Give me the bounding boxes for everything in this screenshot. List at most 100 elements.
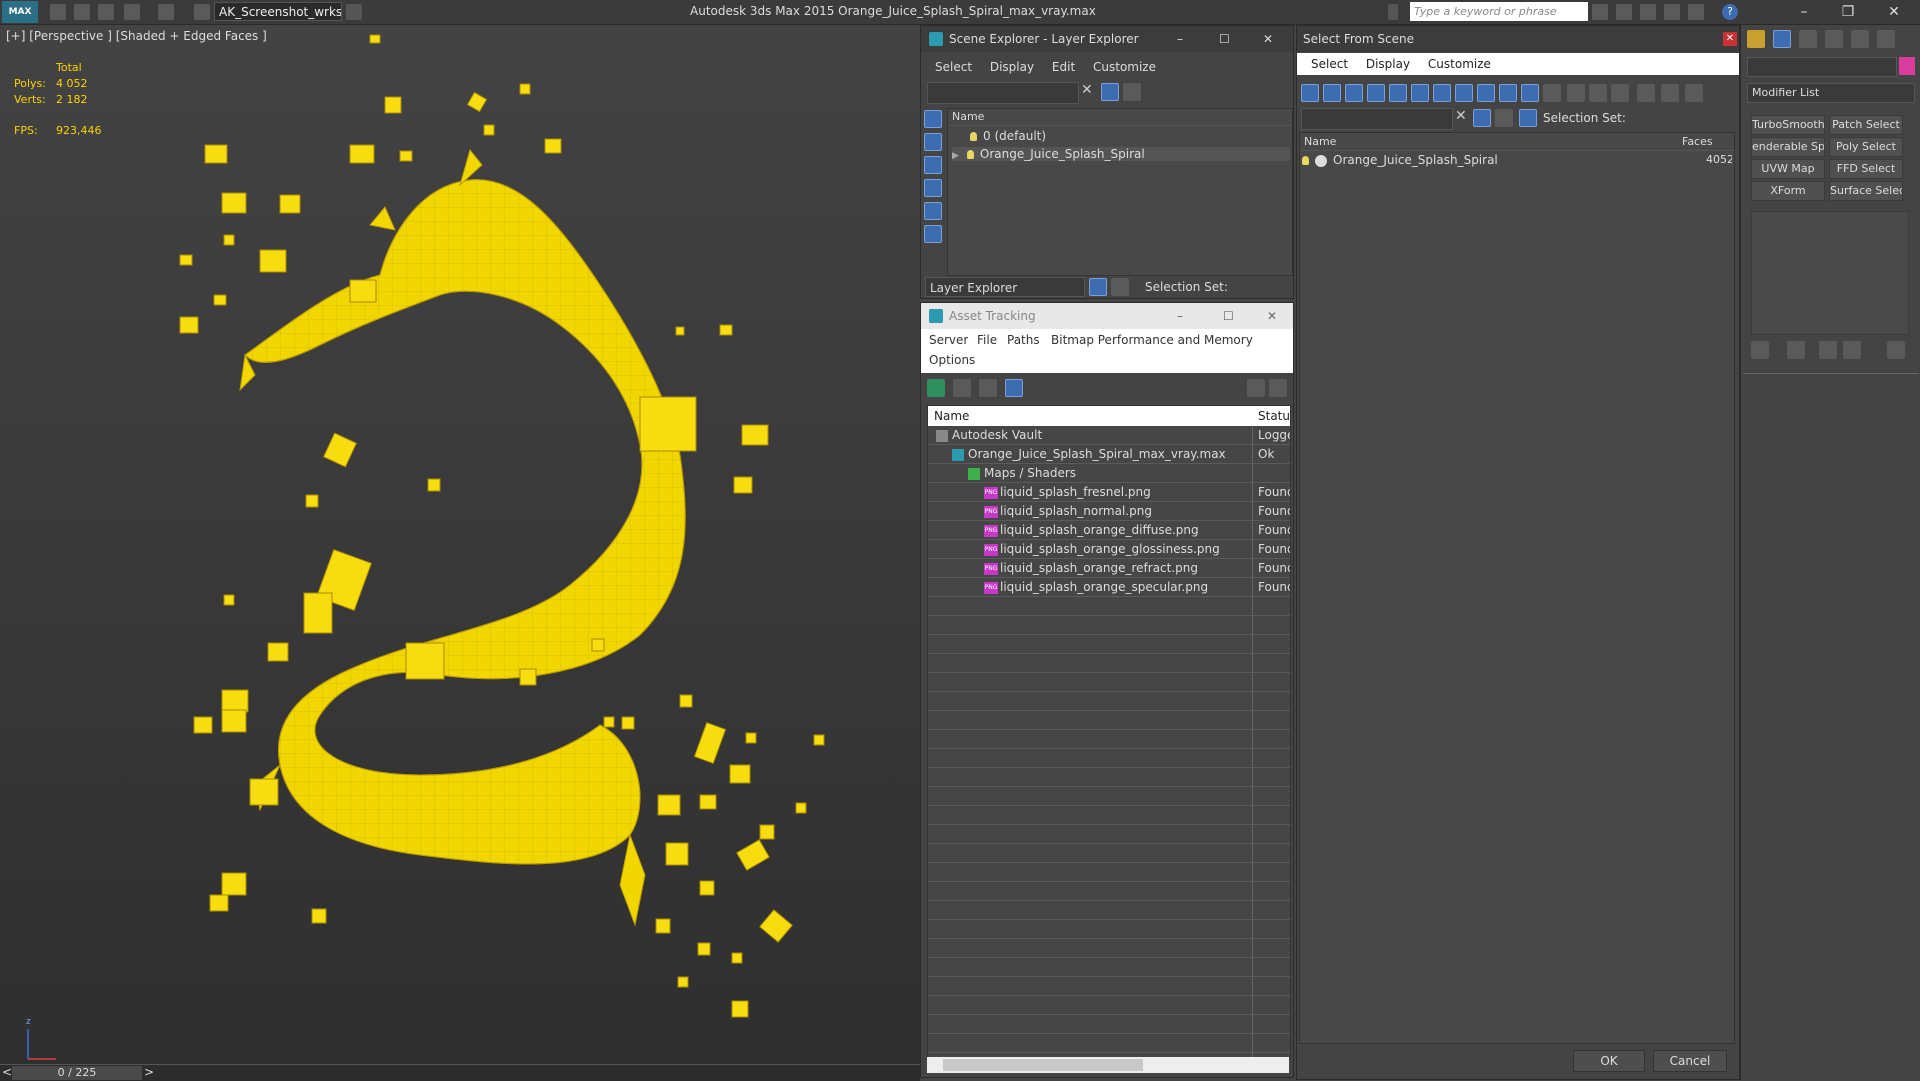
modifier-turbosmooth-button[interactable]: TurboSmooth bbox=[1751, 115, 1825, 135]
filter-icon[interactable] bbox=[1101, 83, 1119, 101]
scene-explorer-menu-customize[interactable]: Customize bbox=[1093, 56, 1156, 78]
scene-explorer-search-input[interactable] bbox=[927, 82, 1079, 104]
hierarchy-icon[interactable] bbox=[1111, 278, 1129, 296]
binoculars-icon[interactable] bbox=[1592, 4, 1608, 20]
modifier-poly-select-button[interactable]: Poly Select bbox=[1829, 137, 1903, 157]
asset-row[interactable]: PNGliquid_splash_fresnel.png Found bbox=[928, 483, 1290, 502]
asset-row[interactable]: Autodesk Vault Logged bbox=[928, 426, 1290, 445]
modifier-ffd-select-button[interactable]: FFD Select bbox=[1829, 159, 1903, 179]
expand-arrow-icon[interactable]: ▶ bbox=[952, 151, 959, 161]
asset-menu-options[interactable]: Options bbox=[929, 353, 975, 367]
modifier-surface-select-button[interactable]: Surface Select bbox=[1829, 181, 1903, 201]
select-none-icon[interactable] bbox=[1589, 84, 1607, 102]
scene-explorer-menu-select[interactable]: Select bbox=[935, 56, 972, 78]
display-geometry-icon[interactable] bbox=[924, 110, 942, 128]
create-tab-icon[interactable] bbox=[1747, 30, 1765, 48]
asset-row[interactable]: Orange_Juice_Splash_Spiral_max_vray.max O… bbox=[928, 445, 1290, 464]
sfs-menu-select[interactable]: Select bbox=[1311, 53, 1348, 75]
explorer-mode-dropdown[interactable]: Layer Explorer bbox=[925, 277, 1085, 297]
asset-tracking-maximize-button[interactable]: ☐ bbox=[1223, 303, 1234, 329]
filter-cameras-icon[interactable] bbox=[1367, 84, 1385, 102]
tools-icon[interactable] bbox=[1616, 4, 1632, 20]
asset-row[interactable]: Maps / Shaders bbox=[928, 464, 1290, 483]
cancel-button[interactable]: Cancel bbox=[1653, 1050, 1727, 1072]
display-tab-icon[interactable] bbox=[1851, 30, 1869, 48]
asset-tracking-close-button[interactable]: ✕ bbox=[1267, 303, 1277, 329]
layer-options-icon[interactable] bbox=[1123, 83, 1141, 101]
modifier-uvw-map-button[interactable]: UVW Map bbox=[1751, 159, 1825, 179]
open-file-icon[interactable] bbox=[74, 4, 90, 20]
asset-help-icon[interactable] bbox=[1247, 379, 1265, 397]
modifier-xform-button[interactable]: XForm bbox=[1751, 181, 1825, 201]
hierarchy-tab-icon[interactable] bbox=[1799, 30, 1817, 48]
display-spacewarps-icon[interactable] bbox=[924, 225, 942, 243]
time-next-button[interactable]: > bbox=[144, 1065, 154, 1079]
clear-search-icon[interactable]: ✕ bbox=[1081, 82, 1093, 98]
asset-settings-icon[interactable] bbox=[1269, 379, 1287, 397]
perspective-viewport[interactable]: [+] [Perspective ] [Shaded + Edged Faces… bbox=[0, 25, 920, 1065]
scene-explorer-minimize-button[interactable]: – bbox=[1177, 26, 1183, 52]
sfs-object-row[interactable]: Orange_Juice_Splash_Spiral 4052 bbox=[1302, 153, 1732, 167]
filter-lights-icon[interactable] bbox=[1345, 84, 1363, 102]
layer-explorer-icon[interactable] bbox=[1089, 278, 1107, 296]
filter-groups-icon[interactable] bbox=[1433, 84, 1451, 102]
layer-list-name-header[interactable]: Name bbox=[952, 110, 984, 123]
sfs-filter-icon[interactable] bbox=[1473, 109, 1491, 127]
sfs-search-input[interactable] bbox=[1301, 108, 1453, 130]
asset-tracking-titlebar[interactable]: Asset Tracking – ☐ ✕ bbox=[921, 303, 1293, 329]
layer-visible-bulb-icon[interactable] bbox=[970, 132, 977, 141]
filter-shapes-icon[interactable] bbox=[1323, 84, 1341, 102]
asset-col-status[interactable]: Status bbox=[1258, 409, 1290, 423]
display-helpers-icon[interactable] bbox=[924, 202, 942, 220]
asset-row[interactable]: PNGliquid_splash_orange_refract.png Found bbox=[928, 559, 1290, 578]
sfs-col-name[interactable]: Name bbox=[1304, 135, 1336, 148]
scene-explorer-menu-edit[interactable]: Edit bbox=[1052, 56, 1075, 78]
scene-explorer-maximize-button[interactable]: ☐ bbox=[1219, 26, 1230, 52]
table-view-icon[interactable] bbox=[1005, 379, 1023, 397]
favorites-star-icon[interactable] bbox=[1664, 4, 1680, 20]
help-icon[interactable]: ? bbox=[1722, 4, 1738, 20]
filter-containers-icon[interactable] bbox=[1499, 84, 1517, 102]
modifier-list-dropdown[interactable]: Modifier List bbox=[1747, 83, 1915, 103]
orange-juice-splash-model[interactable] bbox=[0, 25, 920, 1065]
display-cameras-icon[interactable] bbox=[924, 179, 942, 197]
filter-hidden-icon[interactable] bbox=[1543, 84, 1561, 102]
close-button[interactable]: ✕ bbox=[1876, 2, 1912, 22]
asset-menu-paths[interactable]: Paths bbox=[1007, 333, 1040, 347]
minimize-button[interactable]: – bbox=[1786, 2, 1822, 22]
filter-xrefs-icon[interactable] bbox=[1455, 84, 1473, 102]
exchange-icon[interactable] bbox=[1688, 4, 1704, 20]
refresh-icon[interactable] bbox=[927, 379, 945, 397]
asset-row[interactable]: PNGliquid_splash_orange_diffuse.png Found bbox=[928, 521, 1290, 540]
modifier-patch-select-button[interactable]: Patch Select bbox=[1829, 115, 1903, 135]
filter-geometry-icon[interactable] bbox=[1301, 84, 1319, 102]
filter-frozen-icon[interactable] bbox=[1521, 84, 1539, 102]
asset-row[interactable]: PNG liquid_splash_orange_specular.png Foun… bbox=[928, 578, 1290, 597]
workspace-dropdown[interactable]: AK_Screenshot_wrksp bbox=[214, 2, 342, 21]
display-shapes-icon[interactable] bbox=[924, 133, 942, 151]
motion-tab-icon[interactable] bbox=[1825, 30, 1843, 48]
workspace-menu-icon[interactable] bbox=[346, 4, 362, 20]
asset-row[interactable]: PNG liquid_splash_orange_glossiness.png Fo… bbox=[928, 540, 1290, 559]
save-file-icon[interactable] bbox=[98, 4, 114, 20]
asset-row[interactable]: PNGliquid_splash_normal.png Found bbox=[928, 502, 1290, 521]
select-from-scene-titlebar[interactable]: Select From Scene ✕ bbox=[1297, 26, 1739, 52]
scene-explorer-menu-display[interactable]: Display bbox=[990, 56, 1034, 78]
select-invert-icon[interactable] bbox=[1611, 84, 1629, 102]
modify-tab-icon[interactable] bbox=[1773, 30, 1791, 48]
filter-helpers-icon[interactable] bbox=[1389, 84, 1407, 102]
scrollbar-thumb[interactable] bbox=[943, 1059, 1143, 1071]
remove-modifier-icon[interactable] bbox=[1843, 341, 1861, 359]
object-visible-bulb-icon[interactable] bbox=[1302, 156, 1309, 165]
redo-icon[interactable] bbox=[158, 4, 174, 20]
object-name-input[interactable] bbox=[1747, 57, 1897, 77]
layer-row[interactable]: ▶ Orange_Juice_Splash_Spiral bbox=[952, 147, 1290, 161]
list-view-icon[interactable] bbox=[953, 379, 971, 397]
asset-menu-bitmap-performance[interactable]: Bitmap Performance and Memory bbox=[1051, 333, 1253, 347]
sfs-hierarchy-icon[interactable] bbox=[1519, 109, 1537, 127]
utilities-tab-icon[interactable] bbox=[1877, 30, 1895, 48]
collapse-icon[interactable] bbox=[1685, 84, 1703, 102]
make-unique-icon[interactable] bbox=[1819, 341, 1837, 359]
select-from-scene-close-button[interactable]: ✕ bbox=[1723, 32, 1737, 46]
sfs-layer-icon[interactable] bbox=[1495, 109, 1513, 127]
